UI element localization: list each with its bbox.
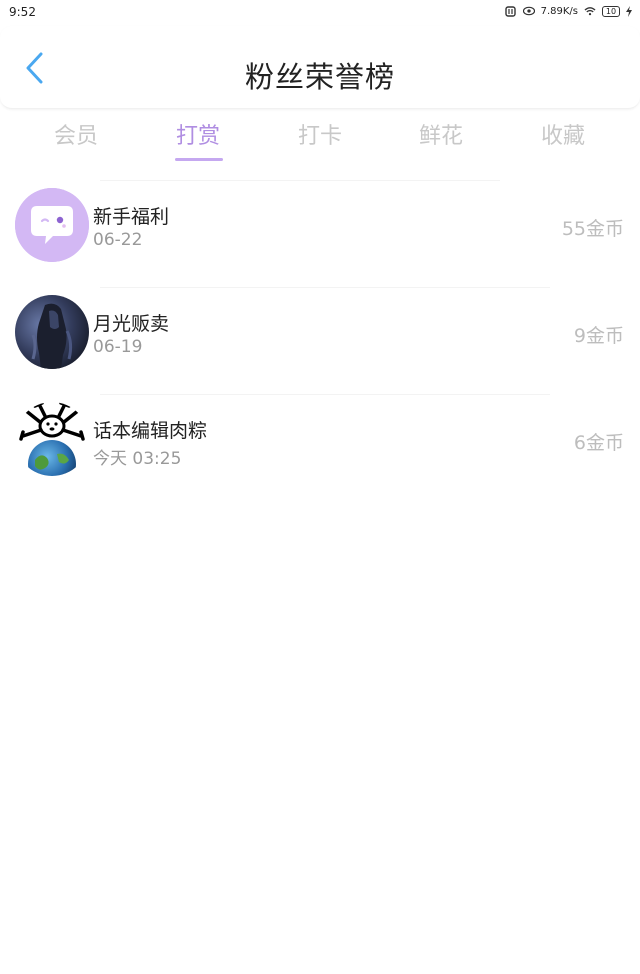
tab-membership[interactable]: 会员 [36, 118, 116, 150]
nfc-icon [505, 5, 517, 17]
tab-bar: 会员 打赏 打卡 鲜花 收藏 [0, 114, 640, 164]
divider [100, 287, 550, 288]
list-item-date: 06-19 [93, 337, 143, 357]
list-item[interactable]: 新手福利 06-22 55金币 [0, 188, 640, 288]
battery-level: 10 [605, 6, 617, 16]
status-icons: 7.89K/s 10 [505, 5, 632, 17]
user-avatar-earth [15, 402, 89, 476]
network-speed: 7.89K/s [540, 5, 578, 17]
list-item-name: 月光贩卖 [93, 313, 170, 335]
eye-icon [522, 5, 535, 17]
header: 粉丝荣誉榜 [0, 26, 640, 109]
charging-icon [626, 5, 632, 17]
list-item-reward: 6金币 [573, 432, 624, 454]
list-item-name: 话本编辑肉粽 [93, 420, 208, 442]
status-time: 9:52 [9, 5, 36, 19]
page-title: 粉丝荣誉榜 [244, 60, 395, 94]
divider [100, 394, 550, 395]
list-item-reward: 55金币 [561, 218, 624, 240]
status-bar: 9:52 7.89K/s 10 [0, 0, 640, 24]
tab-tips[interactable]: 打赏 [158, 118, 238, 150]
tab-favorites[interactable]: 收藏 [523, 118, 603, 150]
battery-icon: 10 [602, 5, 620, 17]
list-item-date: 今天 03:25 [93, 449, 182, 469]
chat-bubble-icon [15, 188, 89, 262]
divider [100, 180, 500, 181]
user-avatar-dark [15, 295, 89, 369]
list-item[interactable]: 月光贩卖 06-19 9金币 [0, 295, 640, 395]
tab-checkin[interactable]: 打卡 [280, 118, 360, 150]
list-item[interactable]: 话本编辑肉粽 今天 03:25 6金币 [0, 402, 640, 502]
tab-flowers[interactable]: 鲜花 [401, 118, 481, 150]
list-item-name: 新手福利 [93, 206, 170, 228]
list-item-reward: 9金币 [573, 325, 624, 347]
active-tab-indicator [175, 158, 223, 161]
list-item-date: 06-22 [93, 230, 143, 250]
wifi-icon [584, 5, 596, 17]
